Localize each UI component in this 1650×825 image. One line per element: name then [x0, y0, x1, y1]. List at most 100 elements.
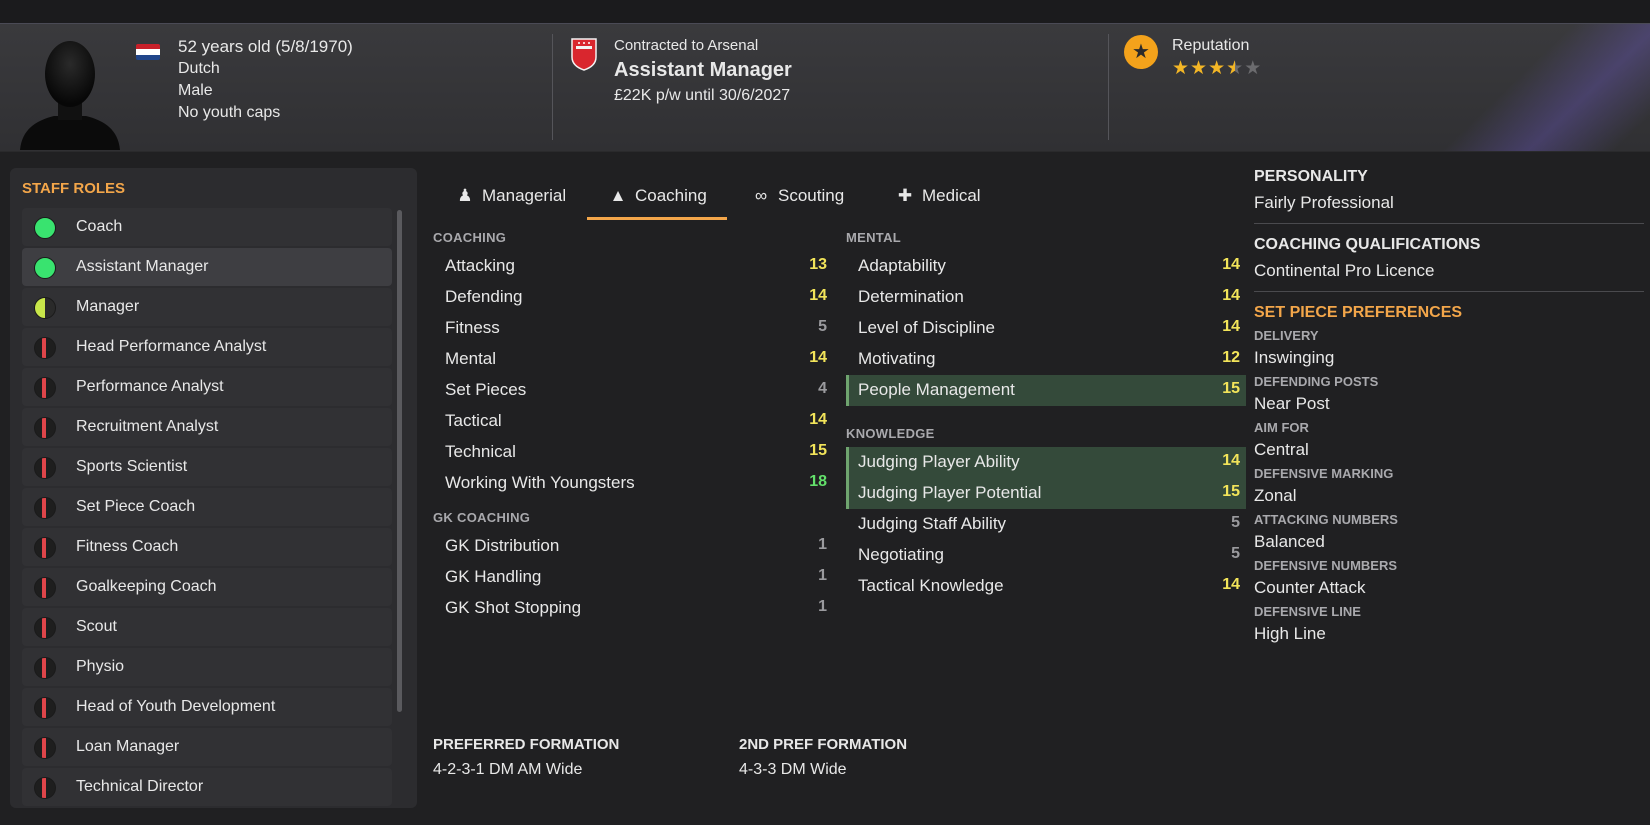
role-item[interactable]: Coach — [22, 208, 392, 246]
tab-label: Coaching — [635, 186, 707, 205]
star-icon: ★ — [1190, 58, 1209, 79]
role-item[interactable]: Physio — [22, 648, 392, 686]
set-piece-label: AIM FOR — [1254, 420, 1309, 435]
role-label: Coach — [76, 218, 123, 235]
attribute-row[interactable]: Tactical Knowledge 14 — [846, 571, 1246, 602]
second-formation-label: 2ND PREF FORMATION — [739, 736, 908, 753]
binoculars-icon: ∞ — [754, 186, 768, 205]
attribute-name: Set Pieces — [445, 380, 527, 399]
attribute-value: 4 — [818, 380, 827, 397]
attribute-row[interactable]: Working With Youngsters 18 — [433, 468, 833, 499]
attribute-value: 5 — [1231, 545, 1240, 562]
reputation-star-icon: ★ — [1124, 35, 1158, 69]
attribute-row[interactable]: Tactical 14 — [433, 406, 833, 437]
age-text: 52 years old (5/8/1970) — [178, 37, 353, 56]
role-item[interactable]: Performance Analyst — [22, 368, 392, 406]
role-label: Head of Youth Development — [76, 698, 276, 715]
avatar-silhouette-icon — [20, 41, 120, 150]
attribute-tabs: ♟ Managerial ▲ Coaching ∞ Scouting ✚ Medical — [432, 176, 1232, 222]
tab-label: Medical — [922, 186, 981, 205]
attribute-row[interactable]: People Management 15 — [846, 375, 1246, 406]
half-star-icon: ★ — [1226, 58, 1245, 79]
attribute-row[interactable]: Attacking 13 — [433, 251, 833, 282]
attribute-value: 5 — [818, 318, 827, 335]
attribute-name: Technical — [445, 442, 516, 461]
role-item[interactable]: Sports Scientist — [22, 448, 392, 486]
role-label: Goalkeeping Coach — [76, 578, 217, 595]
attribute-row[interactable]: Set Pieces 4 — [433, 375, 833, 406]
job-title: Assistant Manager — [614, 59, 792, 81]
role-item[interactable]: Set Piece Coach — [22, 488, 392, 526]
qualifications-value: Continental Pro Licence — [1254, 261, 1435, 280]
set-piece-label: DEFENDING POSTS — [1254, 374, 1379, 389]
reputation-label: Reputation — [1172, 37, 1250, 54]
role-item[interactable]: Scout — [22, 608, 392, 646]
role-item[interactable]: Goalkeeping Coach — [22, 568, 392, 606]
role-label: Recruitment Analyst — [76, 418, 219, 435]
attribute-row[interactable]: Motivating 12 — [846, 344, 1246, 375]
tab-managerial[interactable]: ♟ Managerial — [454, 176, 566, 220]
role-suitability-icon — [34, 737, 56, 759]
tab-label: Managerial — [482, 186, 567, 205]
role-item[interactable]: Fitness Coach — [22, 528, 392, 566]
preferred-formation-value: 4-2-3-1 DM AM Wide — [433, 761, 583, 778]
attribute-value: 1 — [818, 536, 827, 553]
attribute-row[interactable]: Adaptability 14 — [846, 251, 1246, 282]
role-item[interactable]: Head of Youth Development — [22, 688, 392, 726]
role-suitability-icon — [34, 377, 56, 399]
attribute-row[interactable]: Negotiating 5 — [846, 540, 1246, 571]
attribute-value: 18 — [809, 473, 827, 490]
second-formation-value: 4-3-3 DM Wide — [739, 761, 847, 778]
role-item[interactable]: Manager — [22, 288, 392, 326]
attribute-name: Negotiating — [858, 545, 945, 564]
roles-scrollbar[interactable] — [397, 210, 402, 712]
set-piece-label: ATTACKING NUMBERS — [1254, 512, 1398, 527]
role-suitability-icon — [34, 337, 56, 359]
divider — [1254, 291, 1644, 292]
role-suitability-icon — [34, 457, 56, 479]
attribute-name: Judging Player Ability — [858, 452, 1020, 471]
preferred-formation: PREFERRED FORMATION 4-2-3-1 DM AM Wide — [433, 736, 619, 779]
attribute-name: Mental — [445, 349, 497, 368]
gk-coaching-attributes: GK Distribution 1 GK Handling 1 GK Shot Stop… — [433, 531, 833, 624]
gender-text: Male — [178, 82, 213, 99]
attribute-value: 14 — [809, 349, 827, 366]
tab-medical[interactable]: ✚ Medical — [894, 176, 981, 220]
attribute-row[interactable]: Defending 14 — [433, 282, 833, 313]
attribute-row[interactable]: GK Handling 1 — [433, 562, 833, 593]
attribute-row[interactable]: Fitness 5 — [433, 313, 833, 344]
tab-coaching[interactable]: ▲ Coaching — [587, 176, 727, 220]
attribute-row[interactable]: Judging Player Ability 14 — [846, 447, 1246, 478]
staff-header: 52 years old (5/8/1970) Dutch Male No yo… — [0, 24, 1650, 152]
role-suitability-icon — [34, 417, 56, 439]
set-piece-label: DEFENSIVE MARKING — [1254, 466, 1394, 481]
role-item[interactable]: Loan Manager — [22, 728, 392, 766]
personality-value: Fairly Professional — [1254, 193, 1394, 212]
set-piece-label: DEFENSIVE LINE — [1254, 604, 1361, 619]
attribute-row[interactable]: GK Distribution 1 — [433, 531, 833, 562]
attribute-value: 14 — [809, 411, 827, 428]
role-item[interactable]: Assistant Manager — [22, 248, 392, 286]
top-bar — [0, 0, 1650, 24]
coaching-heading: COACHING — [433, 230, 507, 245]
role-label: Sports Scientist — [76, 458, 188, 475]
role-item[interactable]: Head Performance Analyst — [22, 328, 392, 366]
role-item[interactable]: Technical Director — [22, 768, 392, 806]
role-suitability-icon — [34, 217, 56, 239]
staff-roles-list: Coach Assistant Manager Manager Head Perfor… — [22, 208, 392, 808]
role-item[interactable]: Recruitment Analyst — [22, 408, 392, 446]
tab-scouting[interactable]: ∞ Scouting — [750, 176, 844, 220]
attribute-row[interactable]: Judging Staff Ability 5 — [846, 509, 1246, 540]
role-suitability-icon — [34, 257, 56, 279]
role-label: Fitness Coach — [76, 538, 179, 555]
set-piece-value: Central — [1254, 440, 1309, 459]
attribute-row[interactable]: Level of Discipline 14 — [846, 313, 1246, 344]
attribute-row[interactable]: Judging Player Potential 15 — [846, 478, 1246, 509]
staff-roles-title: STAFF ROLES — [22, 180, 126, 197]
role-label: Set Piece Coach — [76, 498, 196, 515]
role-label: Head Performance Analyst — [76, 338, 267, 355]
attribute-row[interactable]: Technical 15 — [433, 437, 833, 468]
attribute-row[interactable]: GK Shot Stopping 1 — [433, 593, 833, 624]
attribute-row[interactable]: Determination 14 — [846, 282, 1246, 313]
attribute-row[interactable]: Mental 14 — [433, 344, 833, 375]
